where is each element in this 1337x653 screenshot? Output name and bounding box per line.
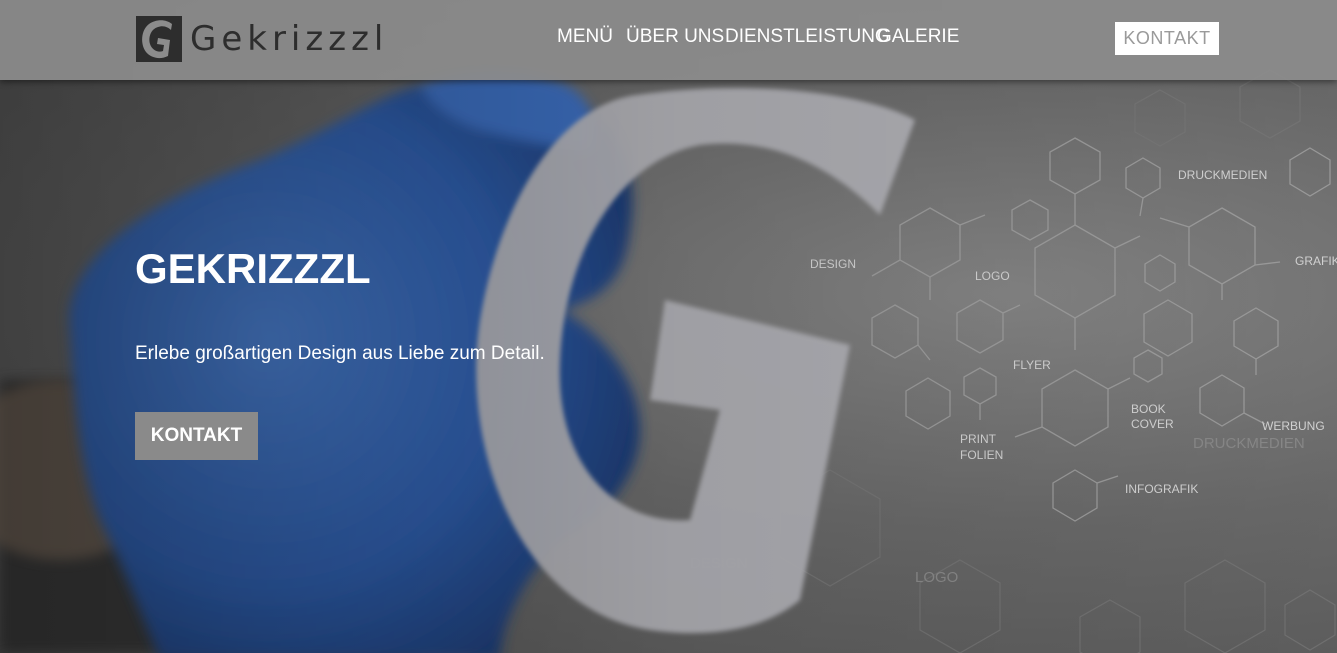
brand-name: Gekrizzzl (190, 19, 389, 59)
g-logo-icon (136, 16, 182, 62)
nav-item-about[interactable]: ÜBER UNS (626, 26, 724, 48)
nav-item-gallery[interactable]: GALERIE (877, 26, 959, 48)
header-contact-button[interactable]: KONTAKT (1115, 22, 1219, 55)
hero-section: DRUCKMEDIEN DESIGN LOGO GRAFIK FLYER BOO… (0, 0, 1337, 653)
hero-contact-button[interactable]: KONTAKT (135, 412, 258, 460)
hero-background-image: DRUCKMEDIEN DESIGN LOGO GRAFIK FLYER BOO… (0, 0, 1337, 653)
nav-item-menu[interactable]: MENÜ (557, 26, 613, 48)
hero-title: GEKRIZZZL (135, 245, 371, 292)
brand-logo[interactable]: Gekrizzzl (136, 16, 388, 62)
nav-item-services[interactable]: DIENSTLEISTUNG (725, 26, 890, 48)
hero-subtitle: Erlebe großartigen Design aus Liebe zum … (135, 343, 545, 364)
site-header: Gekrizzzl MENÜ ÜBER UNS DIENSTLEISTUNG G… (0, 0, 1337, 80)
